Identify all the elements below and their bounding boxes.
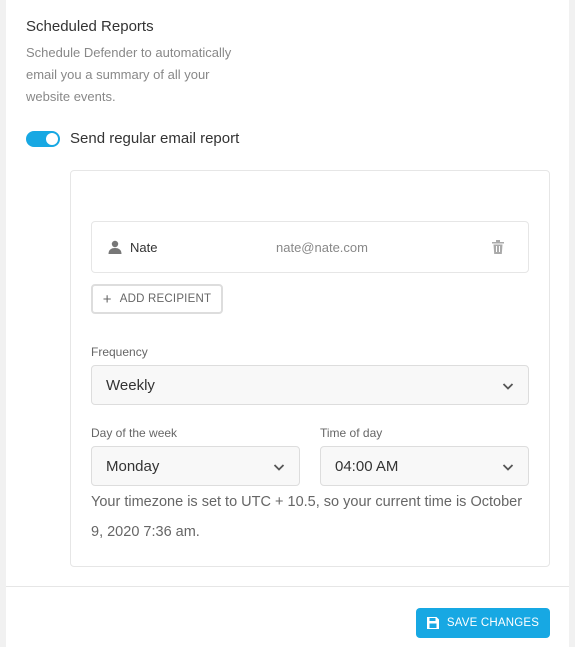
plus-icon: +	[102, 290, 112, 308]
save-icon	[426, 617, 439, 629]
time-of-day-value: 04:00 AM	[335, 457, 399, 475]
section-description: Schedule Defender to automatically email…	[26, 45, 232, 104]
recipient-name: Nate	[130, 239, 158, 255]
toggle-row: Send regular email report	[26, 130, 239, 147]
scheduled-reports-panel: Scheduled Reports Schedule Defender to a…	[6, 0, 569, 647]
frequency-label: Frequency	[91, 345, 148, 359]
time-of-day-select[interactable]: 04:00 AM	[320, 446, 529, 486]
save-changes-label: SAVE CHANGES	[446, 617, 540, 629]
report-settings-box: Nate nate@nate.com + ADD RECIPIENT Frequ…	[70, 170, 550, 567]
recipient-email: nate@nate.com	[276, 239, 368, 255]
chevron-down-icon	[502, 383, 514, 390]
email-report-toggle[interactable]	[26, 130, 60, 147]
day-of-week-label: Day of the week	[91, 426, 178, 440]
save-changes-button[interactable]: SAVE CHANGES	[416, 608, 550, 638]
frequency-value: Weekly	[106, 376, 155, 394]
recipient-row: Nate nate@nate.com	[91, 221, 529, 273]
time-of-day-label: Time of day	[320, 426, 383, 440]
timezone-info: Your timezone is set to UTC + 10.5, so y…	[91, 494, 523, 540]
user-icon	[108, 240, 122, 254]
footer-divider	[6, 586, 569, 587]
frequency-select[interactable]: Weekly	[91, 365, 529, 405]
chevron-down-icon	[273, 464, 285, 471]
section-title: Scheduled Reports	[26, 18, 154, 35]
trash-icon[interactable]	[492, 240, 504, 254]
day-of-week-select[interactable]: Monday	[91, 446, 300, 486]
toggle-knob	[46, 132, 58, 145]
chevron-down-icon	[502, 464, 514, 471]
toggle-label: Send regular email report	[70, 130, 240, 147]
day-of-week-value: Monday	[106, 457, 160, 475]
add-recipient-label: ADD RECIPIENT	[119, 293, 212, 305]
add-recipient-button[interactable]: + ADD RECIPIENT	[91, 284, 223, 314]
